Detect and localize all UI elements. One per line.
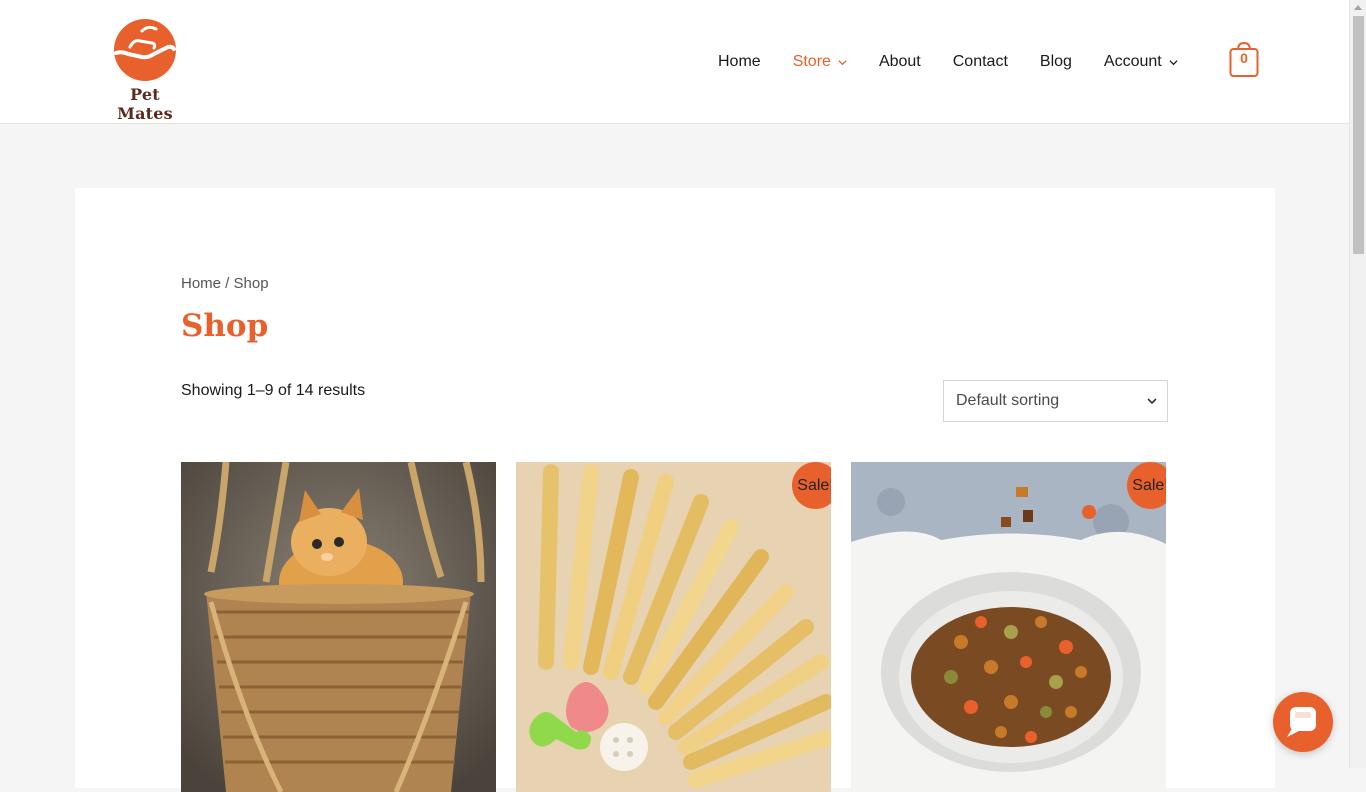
scroll-up-icon[interactable] [1354,5,1362,10]
nav-item-contact[interactable]: Contact [937,42,1024,82]
page-scrollbar[interactable] [1349,0,1366,768]
cart-button[interactable]: 0 [1229,41,1259,78]
product-card[interactable]: Sale! [516,462,831,792]
chat-bubble-icon [1287,707,1316,737]
product-image-kibble-bowl[interactable] [851,462,1166,792]
nav-item-blog[interactable]: Blog [1024,42,1088,82]
breadcrumb-current: Shop [233,275,269,292]
nav-item-label: Blog [1039,53,1072,70]
nav-item-about[interactable]: About [863,42,937,82]
site-header: Pet Mates Home Store About Contact Blog … [0,0,1349,124]
chevron-down-icon [1147,398,1157,405]
breadcrumb: Home / Shop [181,275,269,292]
sort-select[interactable]: Default sorting [943,380,1168,422]
product-image-chew-sticks[interactable] [516,462,831,792]
breadcrumb-home-link[interactable]: Home [181,275,221,292]
chevron-down-icon [838,59,847,65]
logo-icon [114,19,176,81]
chat-button[interactable] [1273,692,1333,752]
main-nav: Home Store About Contact Blog Account [702,0,1194,124]
nav-item-label: About [878,53,921,70]
nav-item-store[interactable]: Store [777,42,863,82]
product-image-kitten-basket[interactable] [181,462,496,792]
product-card[interactable] [181,462,496,792]
cart-count: 0 [1240,50,1248,66]
result-count: Showing 1–9 of 14 results [181,382,366,399]
shop-content: Home / Shop Shop Showing 1–9 of 14 resul… [75,188,1275,792]
sale-badge: Sale! [792,462,831,509]
sort-select-value: Default sorting [956,392,1060,409]
nav-item-account[interactable]: Account [1088,42,1194,82]
nav-item-label: Home [718,53,761,70]
product-card[interactable]: Sale! [851,462,1166,792]
page-title: Shop [181,308,269,344]
breadcrumb-separator: / [221,275,234,292]
nav-item-label: Contact [952,53,1008,70]
nav-item-home[interactable]: Home [702,42,777,82]
scrollbar-thumb[interactable] [1353,16,1364,254]
logo[interactable]: Pet Mates [104,17,186,123]
chevron-down-icon [1169,59,1178,65]
nav-item-label: Account [1103,53,1162,70]
sale-badge: Sale! [1127,462,1166,509]
logo-text: Pet Mates [117,85,173,123]
nav-item-label: Store [792,53,831,70]
